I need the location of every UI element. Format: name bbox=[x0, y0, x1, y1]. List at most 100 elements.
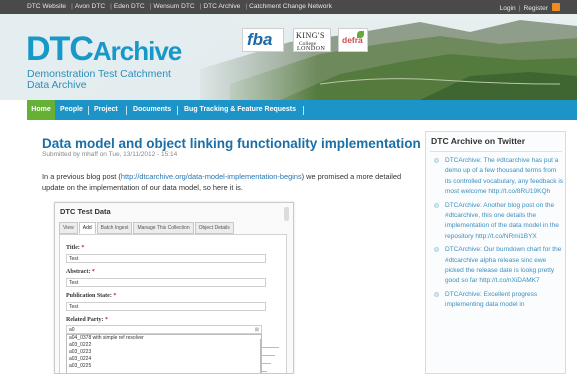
leaf-icon bbox=[357, 31, 364, 38]
kings-logo-line1: KING'S bbox=[296, 31, 325, 40]
fba-logo-text: fba bbox=[247, 30, 273, 49]
related-party-value: a0 bbox=[69, 327, 75, 333]
nav-home[interactable]: Home bbox=[27, 100, 55, 120]
dropdown-option: a03_0224 bbox=[69, 356, 92, 362]
title-label: Title: * bbox=[66, 245, 84, 251]
nav-divider bbox=[177, 106, 178, 115]
tweet-item[interactable]: DTCArchive: The #dtcarchive has put a de… bbox=[432, 156, 564, 198]
dropdown-option: a04_0378 with simple ref resolver bbox=[69, 335, 144, 341]
related-party-label-text: Related Party: bbox=[66, 317, 104, 323]
site-links: DTC Website | Avon DTC | Eden DTC | Wensum DTC… bbox=[27, 3, 334, 10]
tab-object-details: Object Details bbox=[194, 222, 234, 234]
account-links: Login | Register bbox=[500, 3, 560, 12]
tab-batch-ingest: Batch Ingest bbox=[96, 222, 133, 234]
tweet-item[interactable]: DTCArchive: Our burndown chart for the #… bbox=[432, 245, 564, 287]
publication-state-field: Test bbox=[66, 302, 266, 311]
login-link[interactable]: Login bbox=[500, 5, 516, 12]
field-outline bbox=[260, 339, 284, 373]
tweet-item[interactable]: DTCArchive: Another blog post on the #dt… bbox=[432, 201, 564, 243]
dropdown-option: a03_0223 bbox=[69, 349, 92, 355]
bullet-icon bbox=[434, 247, 439, 253]
link-wensum-dtc[interactable]: Wensum DTC bbox=[153, 3, 194, 10]
nav-bug-tracking[interactable]: Bug Tracking & Feature Requests bbox=[184, 100, 296, 120]
separator: | bbox=[149, 3, 152, 10]
screenshot-title: DTC Test Data bbox=[60, 207, 111, 216]
nav-documents[interactable]: Documents bbox=[133, 100, 171, 120]
site-tagline: Demonstration Test Catchment Data Archiv… bbox=[27, 68, 171, 91]
link-catchment-change-network[interactable]: Catchment Change Network bbox=[249, 3, 332, 10]
separator: | bbox=[199, 3, 202, 10]
kings-college-logo[interactable]: KING'S College LONDON bbox=[293, 28, 331, 52]
post-intro: In a previous blog post (http://dtcarchi… bbox=[42, 171, 417, 193]
bullet-icon bbox=[434, 158, 439, 163]
separator: | bbox=[110, 3, 112, 10]
post-meta: Submitted by mhaff on Tue, 13/11/2012 - … bbox=[42, 151, 178, 158]
nav-divider bbox=[126, 106, 127, 115]
fba-logo[interactable]: fba bbox=[242, 28, 284, 52]
nav-people[interactable]: People bbox=[60, 100, 83, 120]
related-party-field: a0 ⊠ bbox=[66, 325, 262, 334]
link-avon-dtc[interactable]: Avon DTC bbox=[75, 3, 105, 10]
required-mark: * bbox=[113, 293, 117, 299]
bullet-icon bbox=[434, 291, 439, 297]
separator: | bbox=[245, 3, 248, 10]
title-field: Test bbox=[66, 254, 266, 263]
tweet-text: DTCArchive: Another blog post on the #dt… bbox=[445, 201, 559, 240]
required-mark: * bbox=[81, 245, 85, 251]
required-mark: * bbox=[91, 269, 95, 275]
dropdown-option: a03_0225 bbox=[69, 363, 92, 369]
kings-logo-line3: LONDON bbox=[297, 46, 326, 52]
scroll-handle bbox=[284, 207, 289, 221]
abstract-label: Abstract: * bbox=[66, 269, 95, 275]
tweet-list: DTCArchive: The #dtcarchive has put a de… bbox=[432, 156, 564, 314]
tweet-text: DTCArchive: Our burndown chart for the #… bbox=[445, 246, 562, 285]
separator: | bbox=[518, 5, 521, 12]
screenshot-tabs: View Add Batch Ingest Manage This Collectio… bbox=[59, 222, 235, 234]
tab-add: Add bbox=[78, 222, 96, 234]
logo-prefix: DTC bbox=[26, 30, 94, 68]
publication-state-label: Publication State: * bbox=[66, 293, 116, 299]
link-eden-dtc[interactable]: Eden DTC bbox=[114, 3, 145, 10]
nav-divider bbox=[303, 106, 304, 115]
sidebar-divider bbox=[430, 151, 562, 152]
title-label-text: Title: bbox=[66, 245, 80, 251]
nav-divider bbox=[88, 106, 89, 115]
tweet-text: DTCArchive: The #dtcarchive has put a de… bbox=[445, 157, 564, 196]
sidebar-title: DTC Archive on Twitter bbox=[431, 136, 526, 146]
abstract-label-text: Abstract: bbox=[66, 269, 91, 275]
required-mark: * bbox=[105, 317, 108, 323]
outline-rule bbox=[261, 363, 271, 364]
defra-logo[interactable]: defra bbox=[338, 28, 368, 52]
intro-text: In a previous blog post ( bbox=[42, 172, 121, 181]
top-bar: DTC Website | Avon DTC | Eden DTC | Wensum DTC… bbox=[0, 0, 577, 14]
outline-rule bbox=[261, 347, 279, 348]
main-nav: Home People Project Documents Bug Tracki… bbox=[27, 100, 577, 120]
twitter-sidebar: DTC Archive on Twitter DTCArchive: The #… bbox=[425, 131, 566, 374]
related-party-label: Related Party: * bbox=[66, 317, 108, 323]
clear-icon: ⊠ bbox=[254, 327, 259, 333]
site-logo[interactable]: DTCArchive bbox=[26, 30, 182, 68]
site-header: DTCArchive Demonstration Test Catchment … bbox=[0, 14, 577, 100]
blog-post-link[interactable]: http://dtcarchive.org/data-model-impleme… bbox=[121, 172, 302, 181]
link-dtc-website[interactable]: DTC Website bbox=[27, 3, 66, 10]
separator: | bbox=[71, 3, 73, 10]
rss-icon[interactable] bbox=[552, 3, 560, 11]
tweet-text: DTCArchive: Excellent progress implement… bbox=[445, 290, 538, 309]
dropdown-option: a03_0222 bbox=[69, 342, 92, 348]
logo-suffix: Archive bbox=[92, 36, 182, 66]
embedded-screenshot: DTC Test Data View Add Batch Ingest Manage … bbox=[54, 202, 294, 374]
tweet-item[interactable]: DTCArchive: Excellent progress implement… bbox=[432, 290, 564, 311]
link-dtc-archive[interactable]: DTC Archive bbox=[203, 3, 240, 10]
outline-rule bbox=[261, 355, 275, 356]
abstract-field: Test bbox=[66, 278, 266, 287]
tab-view: View bbox=[59, 222, 78, 234]
autocomplete-dropdown: a04_0378 with simple ref resolver a03_02… bbox=[66, 334, 262, 373]
bullet-icon bbox=[434, 202, 439, 208]
outline-rule bbox=[261, 371, 267, 372]
post-title[interactable]: Data model and object linking functional… bbox=[42, 136, 421, 151]
publication-state-label-text: Publication State: bbox=[66, 293, 112, 299]
nav-project[interactable]: Project bbox=[94, 100, 118, 120]
main-content: Data model and object linking functional… bbox=[27, 120, 421, 374]
register-link[interactable]: Register bbox=[523, 5, 548, 12]
tab-manage-collection: Manage This Collection bbox=[133, 222, 194, 234]
